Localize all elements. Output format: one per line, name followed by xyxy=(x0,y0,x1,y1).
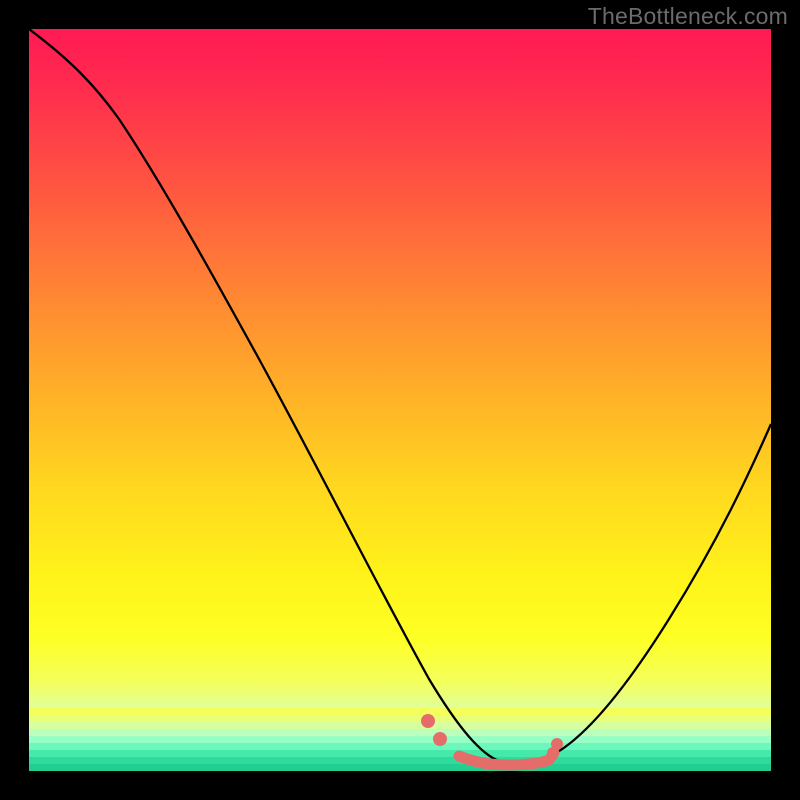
marker-dot xyxy=(433,732,447,746)
highlighted-range-curve xyxy=(459,753,554,765)
chart-svg xyxy=(29,29,771,771)
bottleneck-curve xyxy=(29,29,771,764)
marker-dot xyxy=(547,747,559,759)
marker-dot xyxy=(421,714,435,728)
chart-frame xyxy=(29,29,771,771)
watermark-text: TheBottleneck.com xyxy=(588,3,788,30)
